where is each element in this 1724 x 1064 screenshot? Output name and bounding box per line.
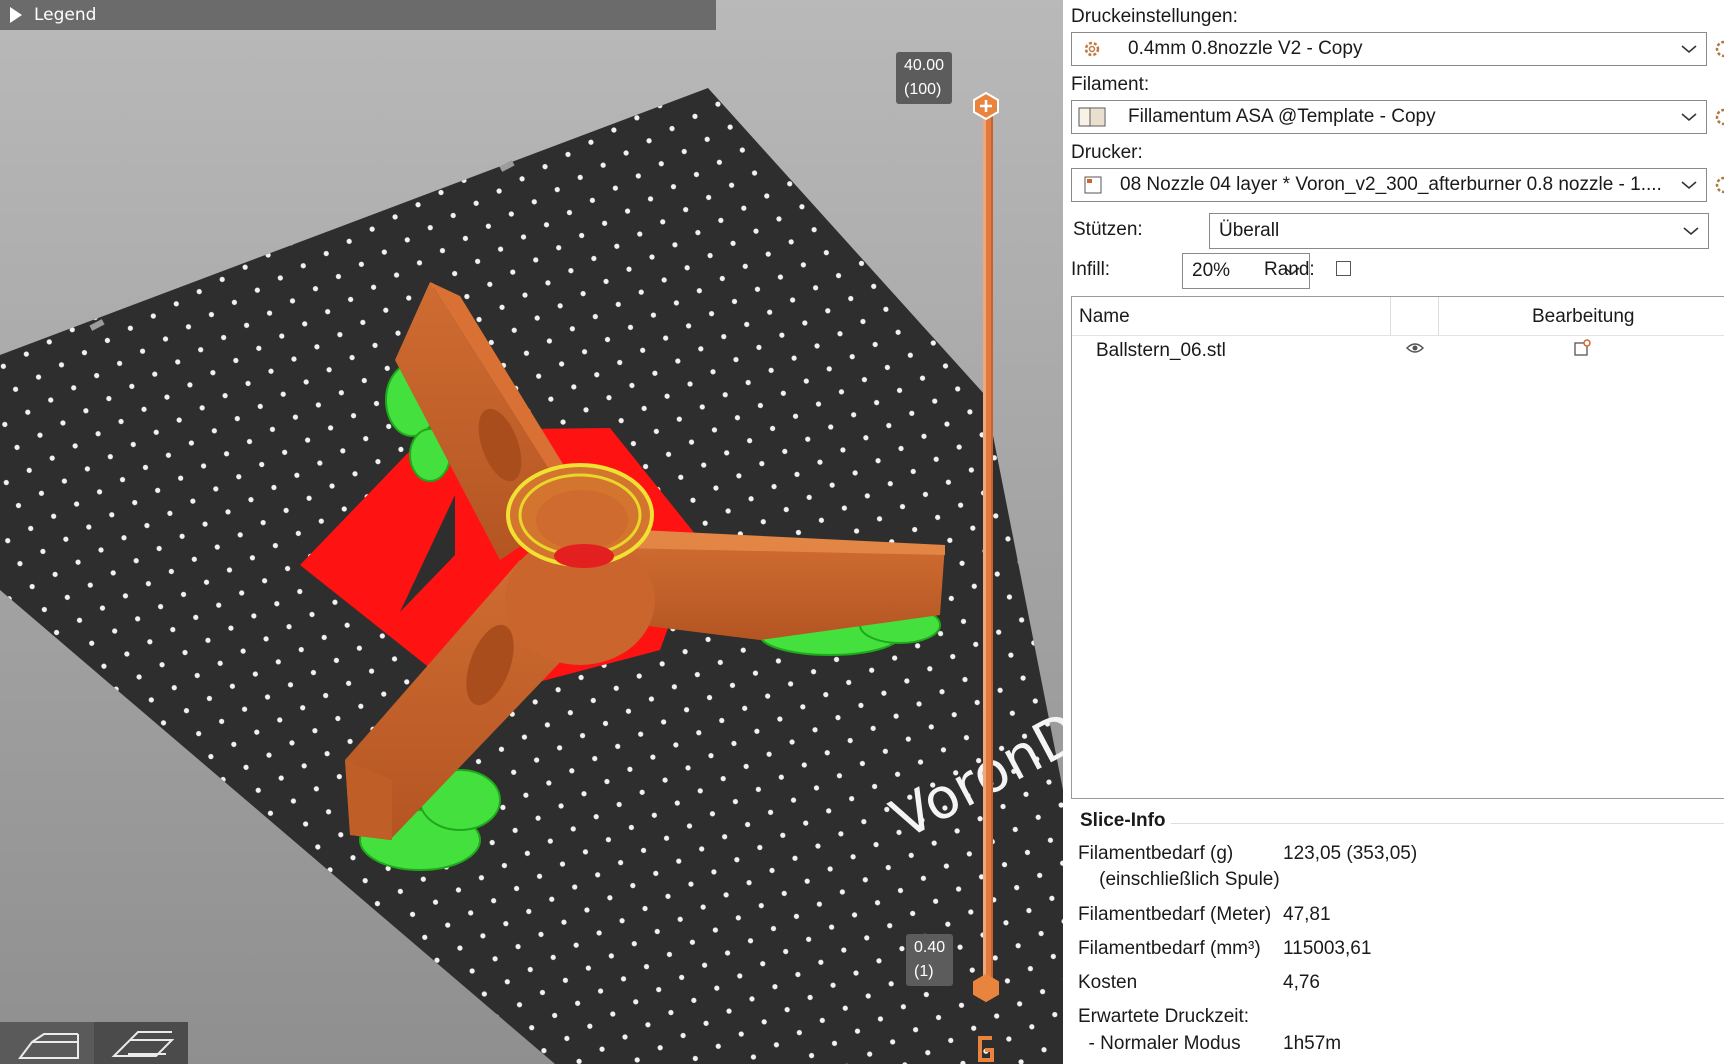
- filament-value: Fillamentum ASA @Template - Copy: [1128, 106, 1436, 127]
- supports-value: Überall: [1219, 220, 1280, 241]
- filament-length-label: Filamentbedarf (Meter): [1078, 904, 1272, 925]
- slider-bottom-height: 0.40: [914, 939, 946, 956]
- infill-label: Infill:: [1071, 259, 1111, 280]
- eye-icon[interactable]: [1405, 341, 1425, 360]
- print-preview-scene[interactable]: VoronD: [0, 0, 1063, 1064]
- infill-row: Infill: 20% Rand:: [1071, 253, 1711, 289]
- normal-mode-label: - Normaler Modus: [1078, 1033, 1241, 1054]
- infill-value: 20%: [1192, 260, 1231, 281]
- slider-top-label: 40.00 (100): [896, 52, 953, 104]
- supports-row: Stützen: Überall: [1071, 213, 1711, 249]
- cost-value: 4,76: [1283, 972, 1320, 993]
- filament-volume-label: Filamentbedarf (mm³): [1078, 938, 1261, 959]
- filament-weight-note: (einschließlich Spule): [1078, 869, 1280, 890]
- filament-length-value: 47,81: [1283, 904, 1331, 925]
- chevron-down-icon: [1672, 44, 1706, 54]
- printer-value: 08 Nozzle 04 layer * Voron_v2_300_afterb…: [1120, 174, 1662, 195]
- slider-top-handle[interactable]: [972, 92, 1000, 120]
- normal-mode-value: 1h57m: [1283, 1033, 1342, 1054]
- 3d-viewport[interactable]: VoronD Legend 40.00 (100) 0.40 (1): [0, 0, 1063, 1064]
- play-icon: [10, 7, 22, 23]
- preview-layers-icon[interactable]: [94, 1022, 188, 1064]
- settings-sidebar: Druckeinstellungen: 0.4mm 0.8nozzle V2 -…: [1063, 0, 1724, 1064]
- slider-bottom-handle[interactable]: [972, 974, 1000, 1002]
- printer-icon: [1072, 176, 1106, 194]
- cost-label: Kosten: [1078, 972, 1138, 993]
- filament-combo[interactable]: Fillamentum ASA @Template - Copy: [1071, 100, 1707, 134]
- print-settings-combo[interactable]: 0.4mm 0.8nozzle V2 - Copy: [1071, 32, 1707, 66]
- slider-top-layer: (100): [904, 81, 942, 98]
- printer-combo[interactable]: 08 Nozzle 04 layer * Voron_v2_300_afterb…: [1071, 168, 1707, 202]
- filament-volume-value: 115003,61: [1283, 938, 1372, 959]
- slider-top-height: 40.00: [904, 57, 945, 74]
- supports-combo[interactable]: Überall: [1209, 213, 1709, 249]
- edit-print-settings-icon[interactable]: [1713, 38, 1724, 60]
- filament-weight-label: Filamentbedarf (g): [1078, 843, 1234, 864]
- print-time-label: Erwartete Druckzeit:: [1078, 1006, 1250, 1027]
- 3d-view-icon[interactable]: [0, 1022, 94, 1064]
- supports-label: Stützen:: [1073, 219, 1143, 240]
- edit-object-icon[interactable]: [1574, 339, 1592, 362]
- filament-label: Filament:: [1071, 74, 1150, 95]
- edit-filament-icon[interactable]: [1713, 106, 1724, 128]
- list-item[interactable]: Ballstern_06.stl: [1072, 335, 1724, 367]
- view-mode-toggle: [0, 1022, 188, 1064]
- brim-checkbox[interactable]: [1336, 261, 1351, 276]
- slider-bottom-label: 0.40 (1): [906, 934, 954, 986]
- print-settings-value: 0.4mm 0.8nozzle V2 - Copy: [1128, 38, 1363, 59]
- brim-label: Rand:: [1264, 259, 1315, 280]
- layer-slider-track[interactable]: [983, 105, 993, 990]
- printer-label: Drucker:: [1071, 142, 1143, 163]
- chevron-down-icon: [1672, 112, 1706, 122]
- gear-icon: [1072, 39, 1112, 59]
- slice-info-title: Slice-Info: [1080, 810, 1166, 831]
- print-settings-label: Druckeinstellungen:: [1071, 6, 1238, 27]
- object-name: Ballstern_06.stl: [1096, 340, 1226, 361]
- column-edit-header[interactable]: Bearbeitung: [1532, 306, 1634, 328]
- filament-spool-icon: [1072, 107, 1112, 127]
- chevron-down-icon: [1674, 226, 1708, 236]
- object-list: Name Bearbeitung Ballstern_06.stl: [1071, 296, 1724, 799]
- legend-label: Legend: [34, 5, 97, 25]
- filament-weight-value: 123,05 (353,05): [1283, 843, 1418, 864]
- legend-toggle[interactable]: Legend: [0, 0, 716, 30]
- cog-settings-icon[interactable]: [972, 1034, 1000, 1064]
- object-list-header: Name Bearbeitung: [1072, 297, 1724, 336]
- chevron-down-icon: [1672, 180, 1706, 190]
- edit-printer-icon[interactable]: [1713, 174, 1724, 196]
- column-name-header[interactable]: Name: [1079, 306, 1130, 328]
- slider-bottom-layer: (1): [914, 963, 934, 980]
